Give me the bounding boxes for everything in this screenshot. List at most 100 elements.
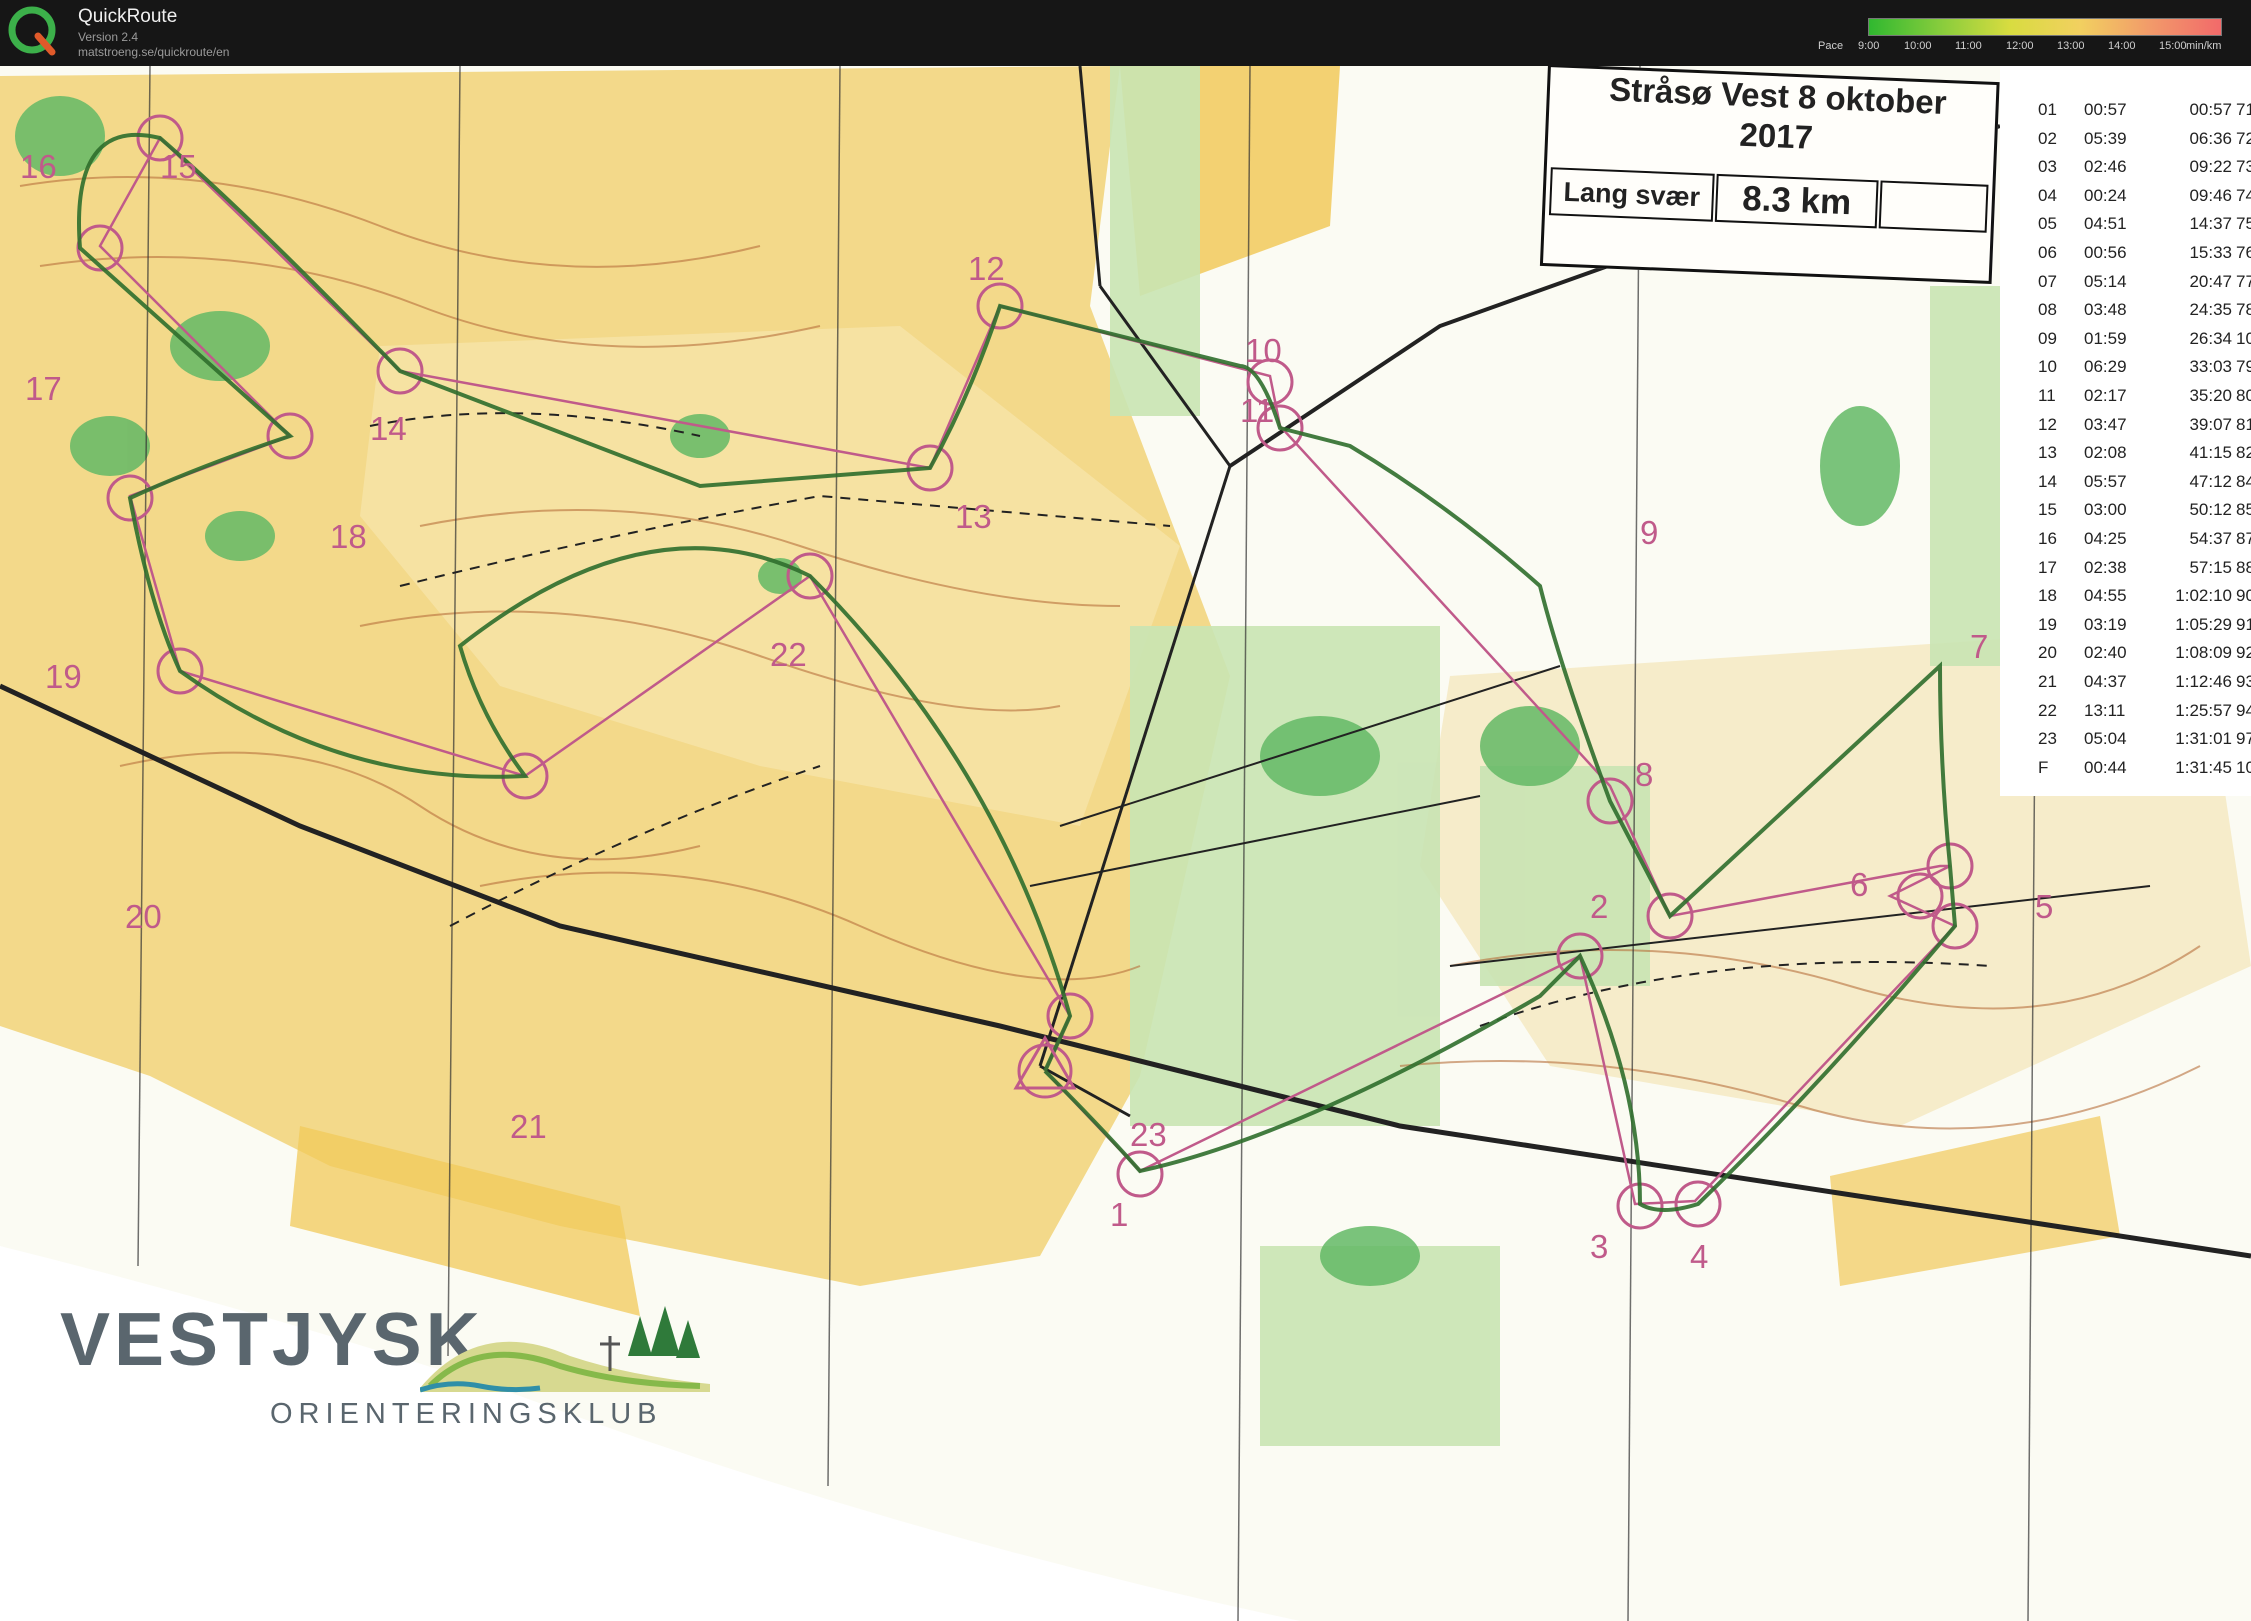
split-control-number: 93: [2236, 672, 2251, 691]
split-leg-time: 05:57: [2084, 471, 2127, 491]
split-row: 12 03:47 39:07 81: [2000, 411, 2251, 439]
control-label: 8: [1635, 756, 1653, 793]
split-control-code: 15: [2038, 500, 2057, 520]
quickroute-logo-icon: [8, 6, 56, 56]
pace-tick: 11:00: [1955, 40, 1982, 52]
split-cumulative-time: 24:35: [2189, 300, 2232, 320]
split-control-number: 87: [2236, 529, 2251, 548]
split-control-code: 12: [2038, 414, 2057, 434]
split-row: 03 02:46 09:22 73: [2000, 153, 2251, 181]
control-label: 23: [1130, 1116, 1167, 1153]
split-control-code: 19: [2038, 614, 2057, 634]
control-label: 17: [25, 370, 62, 407]
split-control-code: 04: [2038, 185, 2057, 205]
split-control-code: 06: [2038, 243, 2057, 262]
app-url[interactable]: matstroeng.se/quickroute/en: [78, 45, 229, 59]
split-control-number: 81: [2236, 414, 2251, 434]
split-cumulative-time: 09:46: [2189, 185, 2232, 205]
split-cumulative-time: 1:02:10: [2175, 586, 2232, 606]
split-row: 19 03:19 1:05:29 91: [2000, 611, 2251, 639]
split-control-code: 16: [2038, 529, 2057, 548]
split-control-number: 72: [2236, 128, 2251, 148]
split-control-number: 90: [2236, 586, 2251, 606]
split-leg-time: 02:38: [2084, 557, 2127, 577]
orienteering-map[interactable]: 1 2 3 4 5 6 7 8 9 10 11 12 13 14 15 16 1…: [0, 66, 2251, 1621]
control-label: 7: [1970, 628, 1988, 665]
split-row: 11 02:17 35:20 80: [2000, 382, 2251, 410]
split-leg-time: 00:24: [2084, 185, 2127, 205]
control-label: 14: [370, 410, 407, 447]
split-control-number: 92: [2236, 643, 2251, 663]
split-leg-time: 04:37: [2084, 672, 2127, 691]
pace-tick: 9:00: [1858, 40, 1880, 52]
split-leg-time: 01:59: [2084, 328, 2127, 348]
pace-tick: 13:00: [2057, 40, 2085, 52]
pace-tick: 10:00: [1904, 40, 1932, 52]
split-cumulative-time: 54:37: [2189, 529, 2232, 548]
split-control-number: 94: [2236, 700, 2251, 720]
split-control-code: 03: [2038, 157, 2057, 177]
split-row: 02 05:39 06:36 72: [2000, 125, 2251, 153]
split-control-number: 76: [2236, 243, 2251, 262]
control-label: 10: [1245, 332, 1282, 369]
split-control-code: 22: [2038, 700, 2057, 720]
control-label: 6: [1850, 866, 1868, 903]
split-control-number: 88: [2236, 557, 2251, 577]
split-cumulative-time: 50:12: [2189, 500, 2232, 520]
split-control-number: 79: [2236, 357, 2251, 377]
split-cumulative-time: 20:47: [2189, 271, 2232, 291]
split-leg-time: 04:51: [2084, 214, 2127, 234]
pace-tick: 12:00: [2006, 40, 2034, 52]
control-label: 18: [330, 518, 367, 555]
split-cumulative-time: 35:20: [2189, 386, 2232, 405]
split-row: 04 00:24 09:46 74: [2000, 182, 2251, 210]
split-row: 01 00:57 00:57 71: [2000, 96, 2251, 124]
app-header: QuickRoute Version 2.4 matstroeng.se/qui…: [0, 0, 2251, 66]
course-title-card: Stråsø Vest 8 oktober 2017 Lang svær 8.3…: [1539, 66, 2000, 284]
split-cumulative-time: 57:15: [2189, 557, 2232, 577]
split-cumulative-time: 1:31:45: [2175, 757, 2232, 777]
control-label: 4: [1690, 1238, 1708, 1275]
control-label: 5: [2035, 888, 2053, 925]
split-control-number: 75: [2236, 214, 2251, 234]
split-row: 23 05:04 1:31:01 97: [2000, 725, 2251, 753]
split-row: 15 03:00 50:12 85: [2000, 496, 2251, 524]
split-row: 17 02:38 57:15 88: [2000, 554, 2251, 582]
split-control-number: 84: [2236, 471, 2251, 491]
split-control-number: 77: [2236, 271, 2251, 291]
control-label: 21: [510, 1108, 547, 1145]
control-label: 2: [1590, 888, 1608, 925]
split-leg-time: 06:29: [2084, 357, 2127, 377]
control-label: 22: [770, 636, 807, 673]
split-cumulative-time: 1:12:46: [2175, 672, 2232, 691]
control-label: 12: [968, 250, 1005, 287]
split-row: F 00:44 1:31:45 100: [2000, 754, 2251, 782]
split-times-table: 01 00:57 00:57 71 02 05:39 06:36 72 03 02:46 09:22…: [2000, 66, 2251, 796]
split-row: 13 02:08 41:15 82: [2000, 439, 2251, 467]
pace-unit: min/km: [2186, 40, 2222, 52]
event-title: Stråsø Vest 8 oktober 2017: [1566, 68, 1989, 165]
control-label: 19: [45, 658, 82, 695]
split-cumulative-time: 09:22: [2189, 157, 2232, 177]
split-leg-time: 05:14: [2084, 271, 2127, 291]
split-leg-time: 02:17: [2084, 386, 2127, 405]
split-control-number: 100: [2236, 757, 2251, 777]
split-control-number: 78: [2236, 300, 2251, 320]
split-row: 20 02:40 1:08:09 92: [2000, 639, 2251, 667]
split-control-code: 01: [2038, 100, 2057, 119]
split-leg-time: 05:04: [2084, 729, 2127, 749]
club-logo: VESTJYSK ORIENTERINGSKLUB: [60, 1296, 710, 1456]
split-control-code: 07: [2038, 271, 2057, 291]
split-control-code: 09: [2038, 328, 2057, 348]
split-row: 06 00:56 15:33 76: [2000, 239, 2251, 267]
split-control-code: 05: [2038, 214, 2057, 234]
split-row: 10 06:29 33:03 79: [2000, 353, 2251, 381]
split-row: 14 05:57 47:12 84: [2000, 468, 2251, 496]
control-label: 9: [1640, 514, 1658, 551]
split-control-number: 101: [2236, 328, 2251, 348]
app-version: Version 2.4: [78, 30, 139, 44]
split-cumulative-time: 41:15: [2189, 443, 2232, 463]
split-control-code: 11: [2038, 386, 2056, 405]
split-control-code: 20: [2038, 643, 2057, 663]
split-control-code: 13: [2038, 443, 2057, 463]
